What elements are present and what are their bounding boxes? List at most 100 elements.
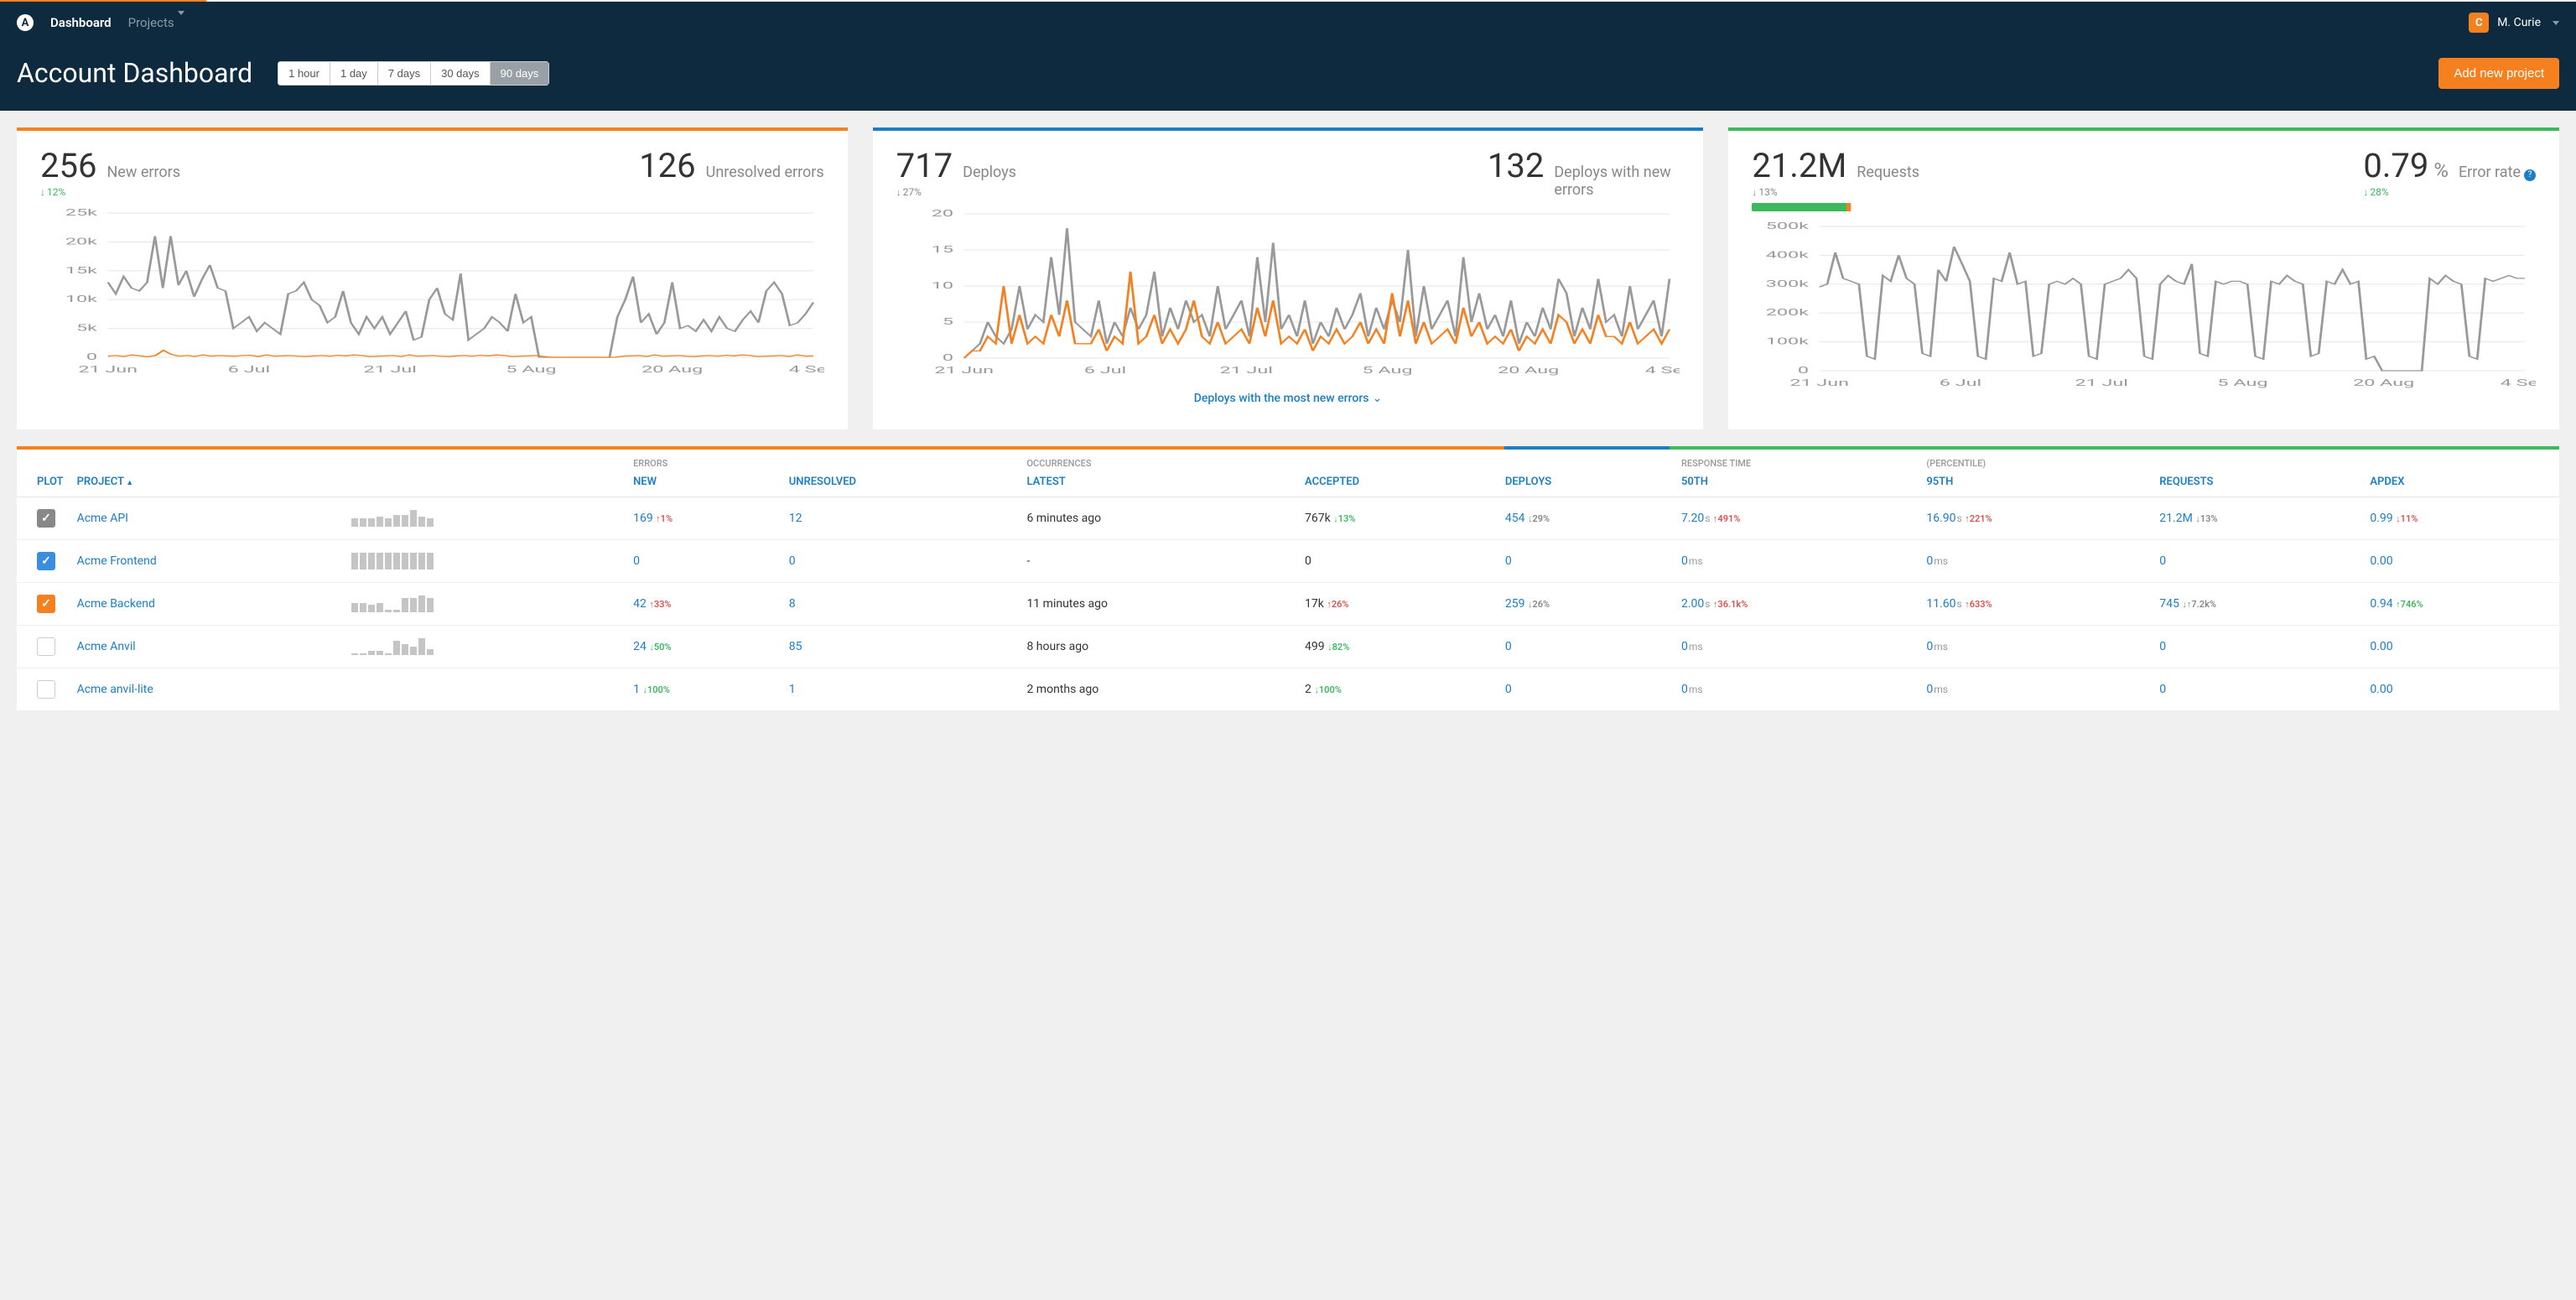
svg-text:21 Jun: 21 Jun [934,365,994,376]
project-link[interactable]: Acme Backend [77,597,155,611]
cell-requests[interactable]: 745 [2159,597,2179,611]
project-link[interactable]: Acme API [77,512,128,525]
cell-apdex[interactable]: 0.00 [2370,640,2392,653]
svg-text:4 Sep: 4 Sep [789,364,824,375]
chevron-down-icon [178,11,184,30]
range-7-days[interactable]: 7 days [377,61,430,86]
col-deploys[interactable]: DEPLOYS [1498,450,1675,497]
plot-checkbox[interactable] [37,509,55,528]
col-plot[interactable]: PLOT [17,450,70,497]
deploys-expand-link[interactable]: Deploys with the most new errors⌄ [896,392,1680,405]
cell-apdex[interactable]: 0.94 [2370,597,2392,611]
cell-p50[interactable]: 0 [1681,554,1688,568]
cell-deploys[interactable]: 454 [1505,512,1525,525]
range-30-days[interactable]: 30 days [430,61,490,86]
cell-p95[interactable]: 11.60 [1926,597,1955,611]
plot-checkbox[interactable] [37,552,55,570]
requests-progress [1752,203,1852,211]
cell-unresolved[interactable]: 12 [789,512,802,525]
svg-text:21 Jul: 21 Jul [1219,365,1272,376]
chart-errors: 05k10k15k20k25k21 Jun6 Jul21 Jul5 Aug20 … [40,208,824,376]
cell-apdex[interactable]: 0.00 [2370,554,2392,568]
col-unresolved[interactable]: UNRESOLVED [782,450,1021,497]
deploys-change: 27% [896,186,1016,198]
cell-requests[interactable]: 0 [2159,554,2166,568]
cell-p50[interactable]: 0 [1681,640,1688,653]
cell-new[interactable]: 1 [633,683,640,696]
col-p95[interactable]: (PERCENTILE)95TH [1919,450,2153,497]
requests-change: 13% [1752,186,1919,198]
cell-deploys[interactable]: 0 [1505,640,1512,653]
deploys-errors-label: Deploys with new errors [1554,164,1680,199]
svg-text:0: 0 [943,352,953,363]
cell-p50[interactable]: 2.00 [1681,597,1704,611]
chart-deploys: 0510152021 Jun6 Jul21 Jul5 Aug20 Aug4 Se… [896,209,1680,377]
svg-text:5 Aug: 5 Aug [2218,377,2268,388]
nav-dashboard[interactable]: Dashboard [50,15,112,30]
sparkline [351,553,620,569]
cell-requests[interactable]: 21.2M [2159,512,2193,525]
cell-p95[interactable]: 0 [1926,683,1933,696]
plot-checkbox[interactable] [37,595,55,613]
range-1-day[interactable]: 1 day [330,61,377,86]
header: Account Dashboard 1 hour1 day7 days30 da… [0,44,2576,111]
cell-deploys[interactable]: 259 [1505,597,1525,611]
cell-unresolved[interactable]: 8 [789,597,796,611]
cell-p50[interactable]: 7.20 [1681,512,1704,525]
cell-requests[interactable]: 0 [2159,683,2166,696]
col-accepted[interactable]: ACCEPTED [1298,450,1498,497]
col-new[interactable]: ERRORSNEW [626,450,782,497]
cell-deploys[interactable]: 0 [1505,554,1512,568]
svg-text:20: 20 [931,209,953,219]
unresolved-errors-label: Unresolved errors [706,164,824,181]
cell-p50[interactable]: 0 [1681,683,1688,696]
new-errors-label: New errors [106,164,180,181]
cell-new[interactable]: 42 [633,597,647,611]
cell-apdex[interactable]: 0.00 [2370,683,2392,696]
range-90-days[interactable]: 90 days [490,61,550,86]
svg-text:15k: 15k [65,265,98,276]
col-latest[interactable]: OCCURRENCESLATEST [1020,450,1298,497]
cell-p95[interactable]: 16.90 [1926,512,1955,525]
new-errors-change: 12% [40,186,180,198]
project-link[interactable]: Acme Anvil [77,640,136,653]
cell-unresolved[interactable]: 0 [789,554,796,568]
cell-new[interactable]: 24 [633,640,647,653]
project-link[interactable]: Acme Frontend [77,554,157,568]
cell-unresolved[interactable]: 85 [789,640,802,653]
cell-requests[interactable]: 0 [2159,640,2166,653]
user-menu[interactable]: C M. Curie [2469,13,2559,33]
cell-accepted: 767k 13% [1298,497,1498,540]
help-icon[interactable]: ? [2524,169,2536,181]
deploys-label: Deploys [963,164,1016,181]
chevron-down-icon [2553,21,2559,25]
new-errors-value: 256 [40,149,96,183]
logo-icon[interactable]: A [17,14,34,31]
cell-unresolved[interactable]: 1 [789,683,796,696]
table-row: Acme Frontend00-000ms0ms00.00 [17,540,2559,583]
col-project[interactable]: PROJECT [70,450,345,497]
cell-apdex[interactable]: 0.99 [2370,512,2392,525]
svg-text:20 Aug: 20 Aug [641,364,703,375]
svg-text:21 Jul: 21 Jul [363,364,416,375]
cell-p95[interactable]: 0 [1926,554,1933,568]
cell-new[interactable]: 169 [633,512,653,525]
nav-projects[interactable]: Projects [128,15,184,30]
cell-deploys[interactable]: 0 [1505,683,1512,696]
plot-checkbox[interactable] [37,637,55,656]
svg-text:20 Aug: 20 Aug [1498,365,1559,376]
svg-text:200k: 200k [1766,308,1810,319]
cell-p95[interactable]: 0 [1926,640,1933,653]
requests-label: Requests [1857,164,1919,181]
cell-latest: - [1020,540,1298,583]
project-link[interactable]: Acme anvil-lite [77,683,153,696]
range-1-hour[interactable]: 1 hour [278,61,330,86]
chevron-down-icon: ⌄ [1373,392,1383,405]
navbar: A Dashboard Projects C M. Curie [0,2,2576,44]
cell-new[interactable]: 0 [633,554,640,568]
col-p50[interactable]: RESPONSE TIME50TH [1675,450,1919,497]
add-project-button[interactable]: Add new project [2438,58,2559,89]
plot-checkbox[interactable] [37,680,55,699]
col-requests[interactable]: REQUESTS [2153,450,2363,497]
col-apdex[interactable]: APDEX [2363,450,2559,497]
